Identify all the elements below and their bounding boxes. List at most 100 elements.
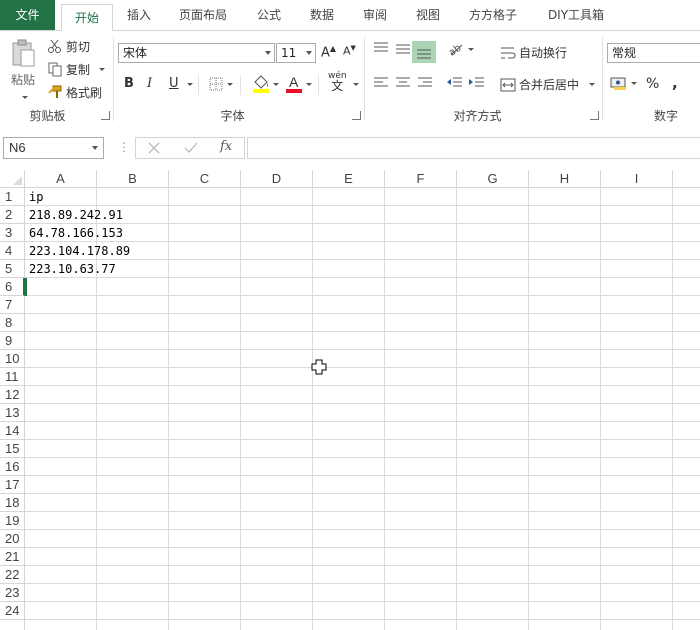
- align-right-button[interactable]: [416, 75, 434, 91]
- font-size-value: 11: [281, 46, 297, 60]
- cut-button[interactable]: 剪切: [47, 37, 90, 55]
- row-header-5[interactable]: 5: [0, 260, 25, 278]
- align-center-button[interactable]: [394, 75, 412, 91]
- align-left-button[interactable]: [372, 75, 390, 91]
- tab-fangfang[interactable]: 方方格子: [457, 0, 529, 30]
- tab-diy-toolbox[interactable]: DIY工具箱: [536, 0, 616, 30]
- align-bottom-button[interactable]: [412, 41, 436, 63]
- row-header-8[interactable]: 8: [0, 314, 25, 332]
- cut-label: 剪切: [66, 39, 91, 54]
- bold-button[interactable]: B: [124, 76, 134, 91]
- column-header-b[interactable]: B: [97, 170, 169, 188]
- underline-dropdown-icon[interactable]: [187, 83, 193, 86]
- cell-a1[interactable]: ip: [25, 188, 43, 205]
- select-all-button[interactable]: [0, 170, 25, 188]
- align-middle-button[interactable]: [394, 41, 412, 57]
- row-header-1[interactable]: 1: [0, 188, 25, 206]
- row-header-3[interactable]: 3: [0, 224, 25, 242]
- row-header-13[interactable]: 13: [0, 404, 25, 422]
- row-header-4[interactable]: 4: [0, 242, 25, 260]
- increase-indent-button[interactable]: [468, 75, 486, 91]
- column-header-a[interactable]: A: [25, 170, 97, 188]
- gridline: [528, 188, 529, 630]
- row-header-18[interactable]: 18: [0, 494, 25, 512]
- row-header-10[interactable]: 10: [0, 350, 25, 368]
- increase-font-button[interactable]: A▲: [321, 44, 336, 60]
- row-header-14[interactable]: 14: [0, 422, 25, 440]
- row-header-17[interactable]: 17: [0, 476, 25, 494]
- row-header-16[interactable]: 16: [0, 458, 25, 476]
- insert-function-icon[interactable]: fx: [220, 139, 232, 154]
- phonetic-dropdown-icon[interactable]: [353, 83, 359, 86]
- wrap-text-button[interactable]: 自动换行: [500, 44, 567, 61]
- row-header-25[interactable]: [0, 620, 25, 630]
- align-bottom-icon: [417, 49, 431, 59]
- font-size-select[interactable]: 11: [276, 43, 316, 63]
- paste-button[interactable]: 粘贴: [4, 37, 42, 99]
- cell-cursor-icon: [311, 359, 327, 375]
- paste-dropdown-icon[interactable]: [21, 96, 28, 99]
- enter-check-icon[interactable]: [183, 141, 199, 155]
- row-header-19[interactable]: 19: [0, 512, 25, 530]
- font-color-button[interactable]: A: [285, 74, 312, 94]
- italic-button[interactable]: I: [147, 76, 152, 91]
- percent-button[interactable]: %: [646, 76, 659, 92]
- row-header-9[interactable]: 9: [0, 332, 25, 350]
- row-header-7[interactable]: 7: [0, 296, 25, 314]
- cell-a5[interactable]: 223.10.63.77: [25, 260, 116, 277]
- font-launcher-icon[interactable]: [352, 111, 361, 120]
- column-header-h[interactable]: H: [529, 170, 601, 188]
- tab-insert[interactable]: 插入: [116, 0, 162, 30]
- merge-center-button[interactable]: 合并后居中: [500, 76, 596, 93]
- row-header-11[interactable]: 11: [0, 368, 25, 386]
- tab-file[interactable]: 文件: [0, 0, 55, 30]
- name-box[interactable]: N6: [3, 137, 104, 159]
- copy-dropdown-icon[interactable]: [99, 67, 106, 71]
- cell-a2[interactable]: 218.89.242.91: [25, 206, 123, 223]
- decrease-indent-button[interactable]: [446, 75, 464, 91]
- row-header-23[interactable]: 23: [0, 584, 25, 602]
- row-header-21[interactable]: 21: [0, 548, 25, 566]
- copy-button[interactable]: 复制: [47, 60, 106, 78]
- fill-color-button[interactable]: [252, 74, 279, 94]
- tab-page-layout[interactable]: 页面布局: [167, 0, 239, 30]
- more-options-icon[interactable]: ⋮: [118, 140, 130, 154]
- row-header-12[interactable]: 12: [0, 386, 25, 404]
- row-header-2[interactable]: 2: [0, 206, 25, 224]
- comma-button[interactable]: ,: [672, 74, 678, 92]
- column-header-j[interactable]: [673, 170, 700, 188]
- tab-view[interactable]: 视图: [404, 0, 452, 30]
- underline-button[interactable]: U: [169, 76, 179, 91]
- number-format-select[interactable]: 常规: [607, 43, 700, 63]
- format-painter-button[interactable]: 格式刷: [47, 83, 102, 101]
- cell-a3[interactable]: 64.78.166.153: [25, 224, 123, 241]
- column-header-i[interactable]: I: [601, 170, 673, 188]
- row-header-24[interactable]: 24: [0, 602, 25, 620]
- column-header-d[interactable]: D: [241, 170, 313, 188]
- font-name-select[interactable]: 宋体: [118, 43, 275, 63]
- border-button[interactable]: [208, 76, 233, 92]
- formula-input[interactable]: [247, 137, 700, 159]
- column-header-g[interactable]: G: [457, 170, 529, 188]
- clipboard-launcher-icon[interactable]: [101, 111, 110, 120]
- tab-review[interactable]: 审阅: [351, 0, 399, 30]
- row-header-22[interactable]: 22: [0, 566, 25, 584]
- row-header-6[interactable]: 6: [0, 278, 25, 296]
- accounting-format-button[interactable]: [610, 75, 637, 91]
- phonetic-button[interactable]: wén 文: [328, 71, 347, 92]
- cell-a4[interactable]: 223.104.178.89: [25, 242, 130, 259]
- align-top-button[interactable]: [372, 41, 390, 57]
- alignment-launcher-icon[interactable]: [590, 111, 599, 120]
- tab-formulas[interactable]: 公式: [245, 0, 293, 30]
- row-header-15[interactable]: 15: [0, 440, 25, 458]
- tab-home[interactable]: 开始: [61, 4, 113, 33]
- column-header-c[interactable]: C: [169, 170, 241, 188]
- orientation-button[interactable]: ab: [447, 41, 474, 57]
- decrease-font-button[interactable]: A▼: [343, 44, 356, 58]
- tab-data[interactable]: 数据: [298, 0, 346, 30]
- column-header-f[interactable]: F: [385, 170, 457, 188]
- cancel-icon[interactable]: [147, 141, 161, 155]
- column-header-e[interactable]: E: [313, 170, 385, 188]
- row-header-20[interactable]: 20: [0, 530, 25, 548]
- gridline: [25, 403, 700, 404]
